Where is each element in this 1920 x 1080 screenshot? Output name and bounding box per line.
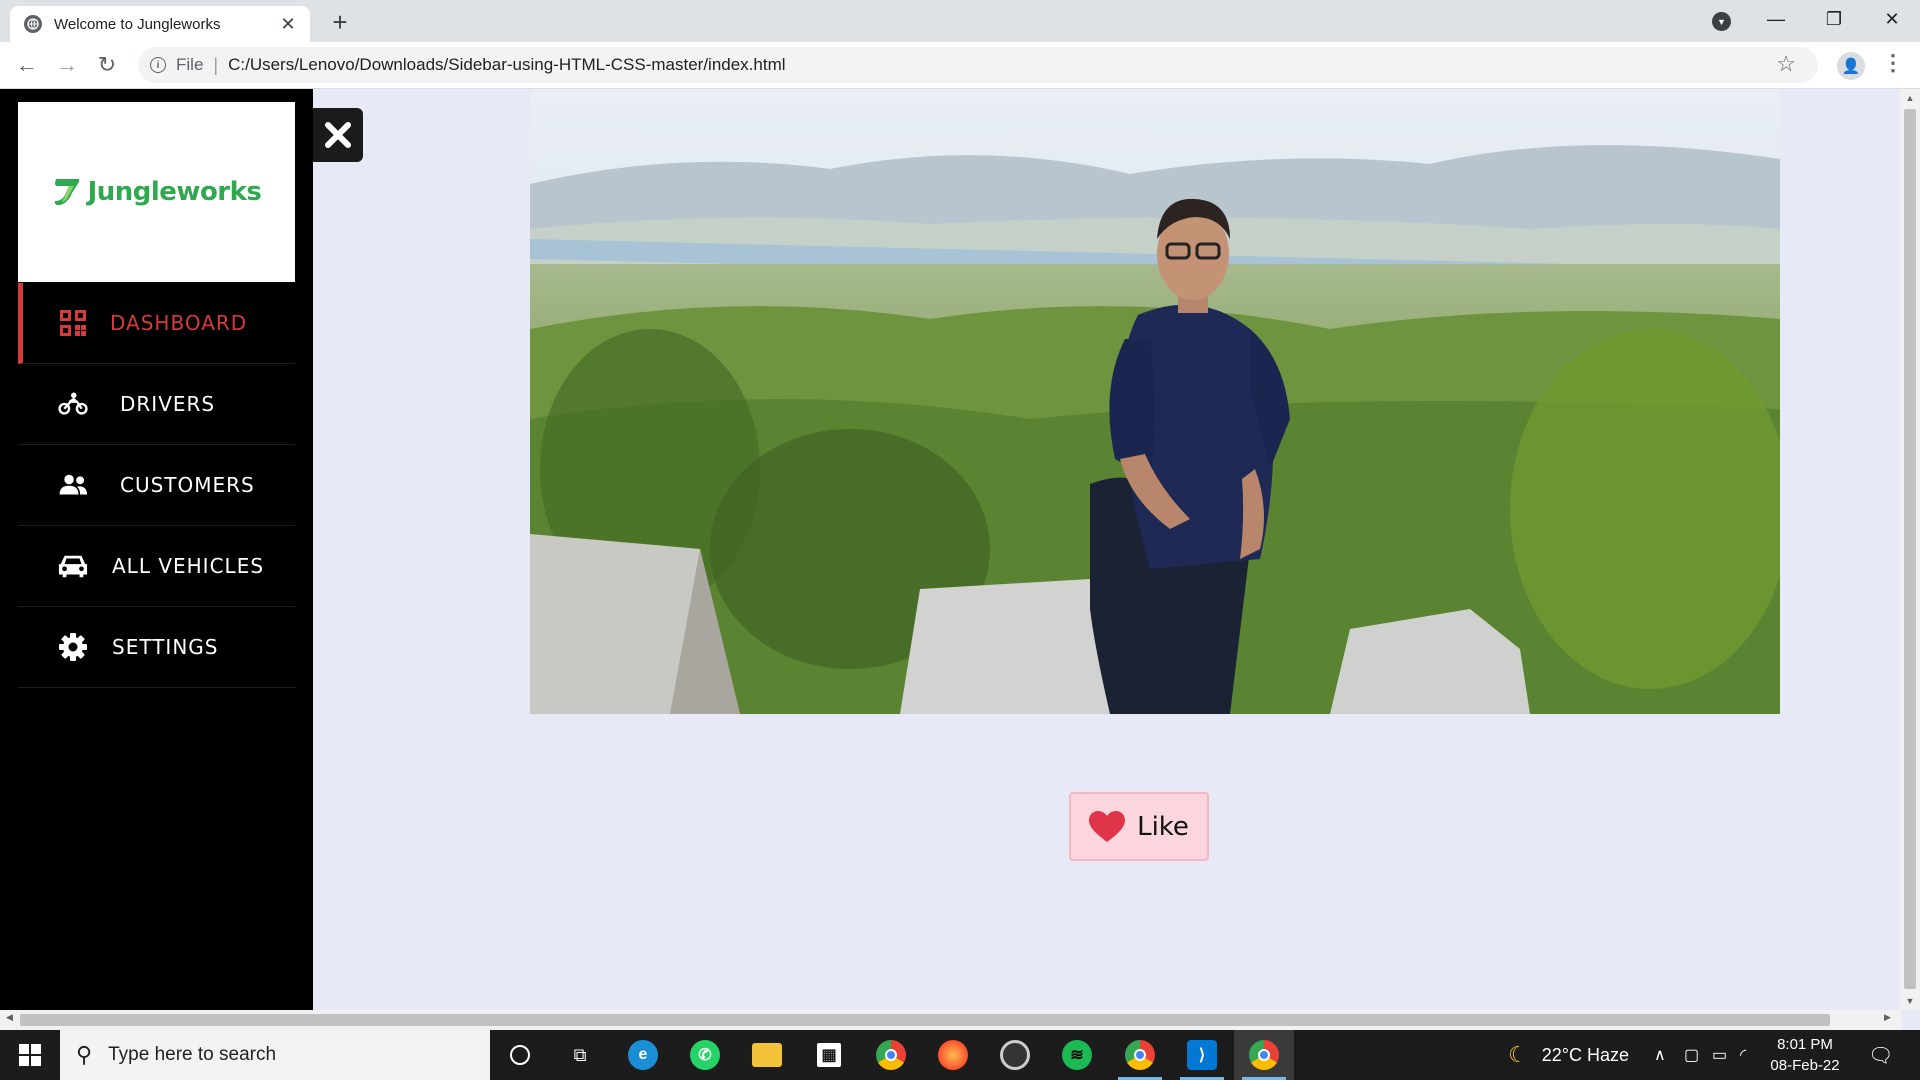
sidebar-item-customers[interactable]: CUSTOMERS xyxy=(18,445,295,526)
windows-start-icon[interactable] xyxy=(0,1030,60,1080)
sidebar-item-label: SETTINGS xyxy=(112,635,219,659)
firefox-icon[interactable] xyxy=(923,1030,983,1080)
file-explorer-icon[interactable] xyxy=(737,1030,797,1080)
jungleworks-logo-icon xyxy=(54,179,79,206)
search-icon: ⚲ xyxy=(76,1042,93,1067)
media-player-icon[interactable] xyxy=(985,1030,1045,1080)
search-placeholder: Type here to search xyxy=(108,1044,277,1065)
horizontal-scrollbar[interactable]: ◀ ▶ xyxy=(0,1010,1902,1030)
back-icon[interactable]: ← xyxy=(12,50,42,80)
bookmark-star-icon[interactable]: ☆ xyxy=(1776,51,1796,77)
tab-title: Welcome to Jungleworks xyxy=(54,15,221,33)
reload-icon[interactable]: ↻ xyxy=(92,50,122,80)
sidebar-item-settings[interactable]: SETTINGS xyxy=(18,607,295,688)
minimize-icon[interactable]: — xyxy=(1756,4,1796,34)
horizontal-scroll-thumb[interactable] xyxy=(20,1014,1830,1026)
spotify-icon[interactable]: ≋ xyxy=(1047,1030,1107,1080)
dashboard-grid-icon xyxy=(58,308,88,338)
heart-icon xyxy=(1089,810,1126,842)
moon-haze-icon: ☾ xyxy=(1508,1042,1528,1067)
sidebar: Jungleworks DASHBOARD DRIVERS CUSTOMERS … xyxy=(0,89,313,1010)
restore-icon[interactable]: ❐ xyxy=(1814,4,1854,34)
new-tab-button[interactable]: + xyxy=(325,8,355,36)
clock-date: 08-Feb-22 xyxy=(1770,1057,1840,1074)
chrome-profile-icon[interactable] xyxy=(1110,1030,1170,1080)
microsoft-store-icon[interactable]: ▦ xyxy=(799,1030,859,1080)
vertical-scroll-thumb[interactable] xyxy=(1904,109,1916,989)
cortana-icon[interactable] xyxy=(490,1030,550,1080)
forward-icon[interactable]: → xyxy=(52,50,82,80)
scroll-down-icon[interactable]: ▼ xyxy=(1900,996,1920,1006)
info-icon[interactable]: i xyxy=(150,57,166,73)
car-icon xyxy=(58,551,88,581)
logo-text: Jungleworks xyxy=(87,177,262,207)
hero-photo xyxy=(530,89,1780,714)
scroll-left-icon[interactable]: ◀ xyxy=(6,1012,13,1023)
device-icon[interactable]: ▢ xyxy=(1684,1030,1699,1080)
battery-icon[interactable]: ▭ xyxy=(1712,1030,1727,1080)
sidebar-item-label: ALL VEHICLES xyxy=(112,554,265,578)
profile-avatar-icon[interactable]: 👤 xyxy=(1837,52,1865,80)
sidebar-item-dashboard[interactable]: DASHBOARD xyxy=(18,283,295,364)
address-toolbar: ← → ↻ i File | C:/Users/Lenovo/Downloads… xyxy=(0,42,1920,89)
show-hidden-icons[interactable]: ∧ xyxy=(1654,1030,1666,1080)
sidebar-menu: DASHBOARD DRIVERS CUSTOMERS ALL VEHICLES… xyxy=(18,283,295,688)
notifications-icon[interactable]: 🗨 xyxy=(1868,1030,1893,1080)
edge-icon[interactable]: e xyxy=(613,1030,673,1080)
scroll-up-icon[interactable]: ▲ xyxy=(1900,93,1920,103)
address-bar[interactable]: i File | C:/Users/Lenovo/Downloads/Sideb… xyxy=(138,47,1818,83)
wifi-icon[interactable]: ◜ xyxy=(1740,1030,1746,1080)
windows-taskbar: ⚲ Type here to search ⧉ e ✆ ▦ ≋ ⟩ ☾ 22°C… xyxy=(0,1030,1920,1080)
browser-tab[interactable]: Welcome to Jungleworks ✕ xyxy=(10,6,310,42)
scroll-right-icon[interactable]: ▶ xyxy=(1884,1012,1891,1023)
window-close-icon[interactable]: ✕ xyxy=(1872,4,1912,34)
logo[interactable]: Jungleworks xyxy=(18,102,295,282)
kebab-menu-icon[interactable]: ⋮ xyxy=(1882,50,1904,76)
sidebar-item-label: DASHBOARD xyxy=(110,311,248,335)
close-tab-icon[interactable]: ✕ xyxy=(278,14,298,35)
clock-time: 8:01 PM xyxy=(1777,1036,1833,1053)
like-label: Like xyxy=(1137,811,1189,842)
tab-search-icon[interactable]: ▼ xyxy=(1712,12,1731,31)
sidebar-item-label: DRIVERS xyxy=(120,392,216,416)
like-button[interactable]: Like xyxy=(1069,792,1209,861)
task-view-icon[interactable]: ⧉ xyxy=(550,1030,610,1080)
divider: | xyxy=(213,54,219,75)
sidebar-item-all-vehicles[interactable]: ALL VEHICLES xyxy=(18,526,295,607)
taskbar-search-box[interactable]: ⚲ Type here to search xyxy=(60,1030,490,1080)
users-icon xyxy=(58,470,88,500)
vscode-icon[interactable]: ⟩ xyxy=(1172,1030,1232,1080)
whatsapp-icon[interactable]: ✆ xyxy=(675,1030,735,1080)
url-text[interactable]: C:/Users/Lenovo/Downloads/Sidebar-using-… xyxy=(228,55,785,75)
vertical-scrollbar[interactable]: ▲ ▼ xyxy=(1900,89,1920,1010)
browser-tab-strip: Welcome to Jungleworks ✕ + ▼ — ❐ ✕ xyxy=(0,0,1920,42)
weather-text: 22°C Haze xyxy=(1541,1044,1629,1065)
weather-widget[interactable]: ☾ 22°C Haze xyxy=(1508,1030,1629,1080)
close-icon xyxy=(325,122,351,148)
sidebar-item-drivers[interactable]: DRIVERS xyxy=(18,364,295,445)
gear-icon xyxy=(58,632,88,662)
motorcycle-icon xyxy=(58,389,88,419)
close-sidebar-button[interactable] xyxy=(313,108,363,162)
chrome-active-icon[interactable] xyxy=(1234,1030,1294,1080)
system-clock[interactable]: 8:01 PM 08-Feb-22 xyxy=(1760,1034,1850,1076)
page-viewport: Jungleworks DASHBOARD DRIVERS CUSTOMERS … xyxy=(0,89,1902,1010)
file-scheme-label: File xyxy=(176,55,204,74)
chrome-icon[interactable] xyxy=(861,1030,921,1080)
sidebar-item-label: CUSTOMERS xyxy=(120,473,255,497)
globe-icon xyxy=(24,15,42,33)
